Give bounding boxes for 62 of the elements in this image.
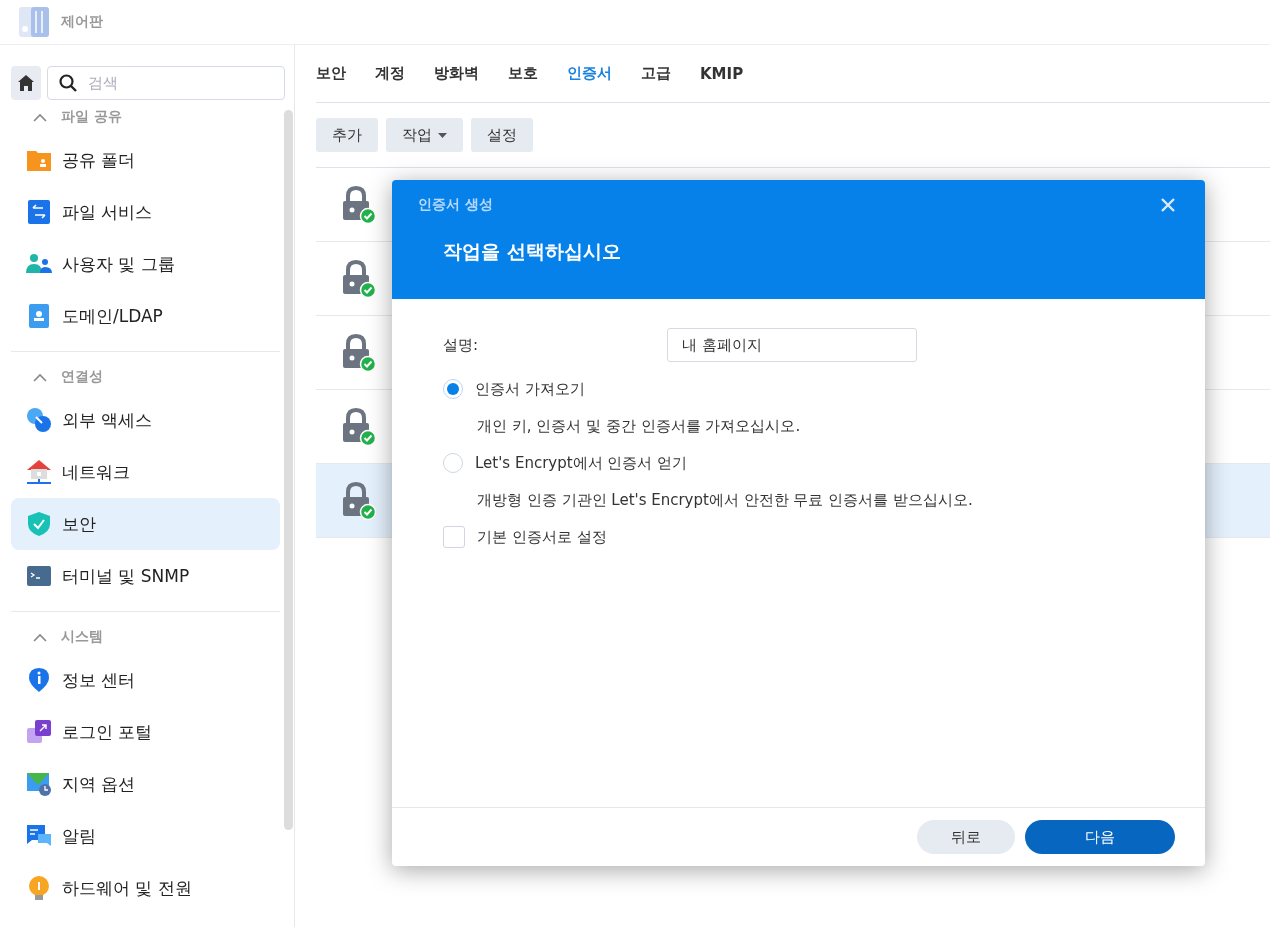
lock-check-icon — [342, 407, 376, 446]
close-icon — [1161, 197, 1175, 212]
tab[interactable]: 계정 — [365, 45, 415, 102]
lock-check-icon — [342, 259, 376, 298]
sidebar-item[interactable]: 도메인/LDAP — [11, 290, 280, 342]
control-panel-icon — [19, 7, 49, 37]
lock-check-icon — [342, 481, 376, 520]
scrollbar[interactable] — [284, 110, 293, 830]
sidebar-item[interactable]: 네트워크 — [11, 446, 280, 498]
dialog-title: 작업을 선택하십시오 — [442, 239, 622, 264]
tab[interactable]: 인증서 — [557, 45, 622, 102]
tab[interactable]: 방화벽 — [424, 45, 489, 102]
sidebar-item[interactable]: 보안 — [11, 498, 280, 550]
house-icon — [26, 459, 52, 485]
sidebar-item[interactable]: 외부 액세스 — [11, 394, 280, 446]
sidebar-item[interactable]: 공유 폴더 — [11, 134, 280, 186]
toolbar-button[interactable]: 설정 — [471, 118, 533, 152]
radio-option[interactable]: Let's Encrypt에서 인증서 얻기 — [443, 448, 1154, 478]
sidebar-item[interactable]: 정보 센터 — [11, 654, 280, 706]
next-button[interactable]: 다음 — [1025, 820, 1175, 854]
transfer-icon — [26, 199, 52, 225]
tab[interactable]: KMIP — [690, 45, 754, 102]
sidebar-item[interactable]: 파일 서비스 — [11, 186, 280, 238]
caret-icon — [438, 132, 447, 138]
sidebar-item[interactable]: 사용자 및 그룹 — [11, 238, 280, 290]
home-button[interactable] — [11, 66, 41, 100]
portal-icon — [26, 719, 52, 745]
window-title: 제어판 — [61, 13, 103, 31]
toolbar-button[interactable]: 작업 — [386, 118, 463, 152]
checkbox[interactable] — [443, 526, 465, 548]
sidebar-item[interactable]: 알림 — [11, 810, 280, 862]
terminal-icon — [26, 563, 52, 589]
field-label: 설명: — [443, 335, 480, 355]
toolbar-button[interactable]: 추가 — [316, 118, 378, 152]
tab[interactable]: 보호 — [498, 45, 548, 102]
tab[interactable]: 보안 — [306, 45, 356, 102]
lock-check-icon — [342, 185, 376, 224]
bulb-icon — [26, 875, 52, 901]
home-icon — [17, 74, 35, 92]
description-field[interactable]: 내 홈페이지 — [667, 328, 917, 362]
back-button[interactable]: 뒤로 — [917, 820, 1015, 854]
info-pin-icon — [26, 667, 52, 693]
dialog-subtitle: 인증서 생성 — [418, 195, 493, 214]
search-field[interactable]: 검색 — [47, 66, 285, 100]
sidebar-item[interactable]: 터미널 및 SNMP — [11, 550, 280, 602]
tab[interactable]: 고급 — [631, 45, 681, 102]
sidebar-item[interactable]: 하드웨어 및 전원 — [11, 862, 280, 914]
link-icon — [26, 407, 52, 433]
shield-icon — [26, 511, 52, 537]
lock-check-icon — [342, 333, 376, 372]
map-clock-icon — [26, 771, 52, 797]
contact-card-icon — [26, 303, 52, 329]
checkbox-option[interactable]: 기본 인증서로 설정 — [443, 522, 1154, 552]
option-hint: 개방형 인증 기관인 Let's Encrypt에서 안전한 무료 인증서를 받으십시오. — [477, 491, 974, 510]
sidebar-item[interactable]: 로그인 포털 — [11, 706, 280, 758]
chat-icon — [26, 823, 52, 849]
chevron-icon — [33, 632, 47, 642]
option-hint: 개인 키, 인증서 및 중간 인증서를 가져오십시오. — [477, 417, 802, 436]
chevron-icon — [33, 112, 47, 122]
radio-option[interactable]: 인증서 가져오기 — [443, 374, 1154, 404]
chevron-icon — [33, 372, 47, 382]
sidebar-item[interactable]: 지역 옵션 — [11, 758, 280, 810]
